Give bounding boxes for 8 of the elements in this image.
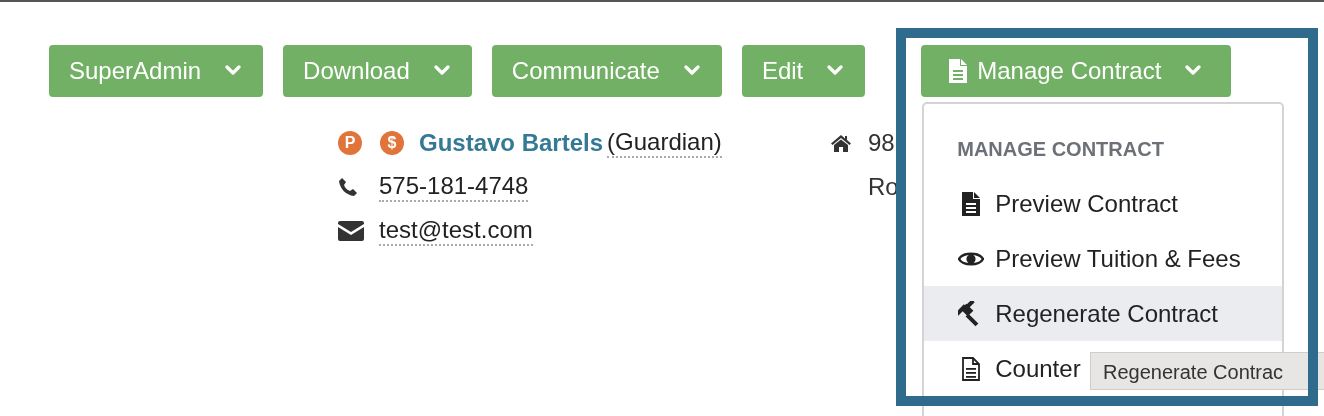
tooltip: Regenerate Contrac xyxy=(1090,352,1324,390)
menu-header: MANAGE CONTRACT xyxy=(956,137,1165,162)
badge: P xyxy=(338,131,362,155)
address-line: 98 xyxy=(868,129,895,157)
contact-role: (Guardian) xyxy=(607,128,722,158)
phone-number: 575-181-4748 xyxy=(379,172,529,202)
badge: $ xyxy=(380,131,404,155)
email-address: test@test.com xyxy=(379,216,533,246)
